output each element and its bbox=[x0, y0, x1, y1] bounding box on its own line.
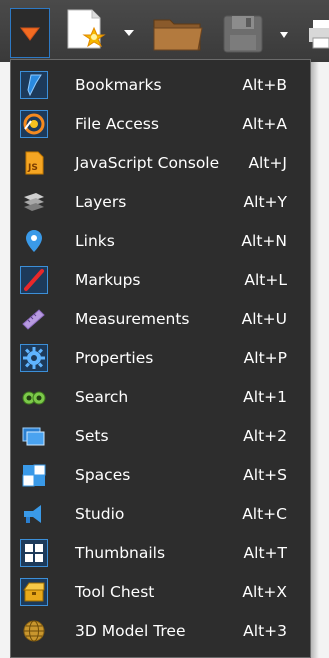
menu-item-label: Sets bbox=[75, 427, 109, 445]
menu-item-layers[interactable]: Layers Alt+Y bbox=[12, 183, 309, 222]
menu-item-label: Search bbox=[75, 388, 129, 406]
file-access-icon bbox=[20, 110, 48, 138]
print-button[interactable] bbox=[306, 12, 329, 56]
menu-item-shortcut: Alt+1 bbox=[243, 388, 287, 406]
folder-icon bbox=[153, 19, 203, 51]
menu-item-shortcut: Alt+N bbox=[241, 232, 287, 250]
spaces-icon bbox=[20, 461, 48, 489]
menu-item-shortcut: Alt+J bbox=[248, 154, 287, 172]
menu-item-label: Markups bbox=[75, 271, 141, 289]
panels-button[interactable] bbox=[10, 8, 50, 58]
menu-item-shortcut: Alt+A bbox=[242, 115, 287, 133]
panels-menu: Bookmarks Alt+B File Access Alt+A JS Jav… bbox=[10, 59, 311, 658]
studio-icon bbox=[20, 500, 48, 528]
app-window: Bookmarks Alt+B File Access Alt+A JS Jav… bbox=[0, 0, 329, 658]
menu-item-label: Measurements bbox=[75, 310, 190, 328]
globe-model-icon bbox=[20, 617, 48, 645]
link-pin-icon bbox=[20, 227, 48, 255]
binoculars-icon bbox=[20, 383, 48, 411]
menu-item-shortcut: Alt+S bbox=[243, 466, 287, 484]
gear-icon bbox=[20, 344, 48, 372]
menu-item-label: Studio bbox=[75, 505, 125, 523]
menu-item-shortcut: Alt+P bbox=[243, 349, 287, 367]
menu-item-shortcut: Alt+T bbox=[243, 544, 287, 562]
ruler-icon bbox=[20, 305, 48, 333]
printer-icon bbox=[309, 20, 329, 49]
layers-icon bbox=[20, 188, 48, 216]
menu-item-spaces[interactable]: Spaces Alt+S bbox=[12, 456, 309, 495]
orange-down-triangle-icon bbox=[20, 27, 40, 41]
markup-pen-icon bbox=[20, 266, 48, 294]
menu-item-properties[interactable]: Properties Alt+P bbox=[12, 339, 309, 378]
menu-shadow bbox=[311, 62, 319, 658]
menu-item-shortcut: Alt+L bbox=[244, 271, 287, 289]
open-button[interactable] bbox=[150, 14, 206, 54]
menu-item-sets[interactable]: Sets Alt+2 bbox=[12, 417, 309, 456]
svg-text:JS: JS bbox=[27, 163, 38, 173]
menu-item-label: Thumbnails bbox=[75, 544, 166, 562]
new-document-button[interactable] bbox=[62, 8, 134, 54]
menu-item-label: File Access bbox=[75, 115, 159, 133]
menu-item-javascript-console[interactable]: JS JavaScript Console Alt+J bbox=[12, 144, 309, 183]
menu-item-tool-chest[interactable]: Tool Chest Alt+X bbox=[12, 573, 309, 612]
sets-icon bbox=[20, 422, 48, 450]
menu-item-label: 3D Model Tree bbox=[75, 622, 186, 640]
menu-item-shortcut: Alt+Y bbox=[243, 193, 287, 211]
floppy-disk-icon bbox=[223, 15, 263, 53]
bookmark-icon bbox=[20, 71, 48, 99]
tool-chest-icon bbox=[20, 578, 48, 606]
menu-item-label: Bookmarks bbox=[75, 76, 162, 94]
menu-item-markups[interactable]: Markups Alt+L bbox=[12, 261, 309, 300]
menu-item-label: Layers bbox=[75, 193, 127, 211]
menu-item-shortcut: Alt+3 bbox=[243, 622, 287, 640]
menu-item-shortcut: Alt+C bbox=[242, 505, 287, 523]
menu-item-3d-model-tree[interactable]: 3D Model Tree Alt+3 bbox=[12, 612, 309, 651]
menu-item-shortcut: Alt+X bbox=[242, 583, 287, 601]
menu-item-label: Tool Chest bbox=[75, 583, 155, 601]
javascript-icon: JS bbox=[20, 149, 48, 177]
chevron-down-icon[interactable] bbox=[280, 32, 288, 38]
menu-item-shortcut: Alt+B bbox=[242, 76, 287, 94]
chevron-down-icon[interactable] bbox=[124, 30, 134, 36]
menu-item-measurements[interactable]: Measurements Alt+U bbox=[12, 300, 309, 339]
toolbar bbox=[0, 0, 329, 62]
menu-item-search[interactable]: Search Alt+1 bbox=[12, 378, 309, 417]
menu-item-file-access[interactable]: File Access Alt+A bbox=[12, 105, 309, 144]
save-button[interactable] bbox=[220, 12, 300, 56]
menu-item-studio[interactable]: Studio Alt+C bbox=[12, 495, 309, 534]
menu-item-thumbnails[interactable]: Thumbnails Alt+T bbox=[12, 534, 309, 573]
menu-item-label: JavaScript Console bbox=[75, 154, 220, 172]
menu-item-shortcut: Alt+U bbox=[241, 310, 287, 328]
menu-item-links[interactable]: Links Alt+N bbox=[12, 222, 309, 261]
menu-item-label: Links bbox=[75, 232, 115, 250]
menu-item-label: Spaces bbox=[75, 466, 131, 484]
menu-item-bookmarks[interactable]: Bookmarks Alt+B bbox=[12, 66, 309, 105]
menu-item-shortcut: Alt+2 bbox=[243, 427, 287, 445]
menu-item-label: Properties bbox=[75, 349, 154, 367]
thumbnails-icon bbox=[20, 539, 48, 567]
